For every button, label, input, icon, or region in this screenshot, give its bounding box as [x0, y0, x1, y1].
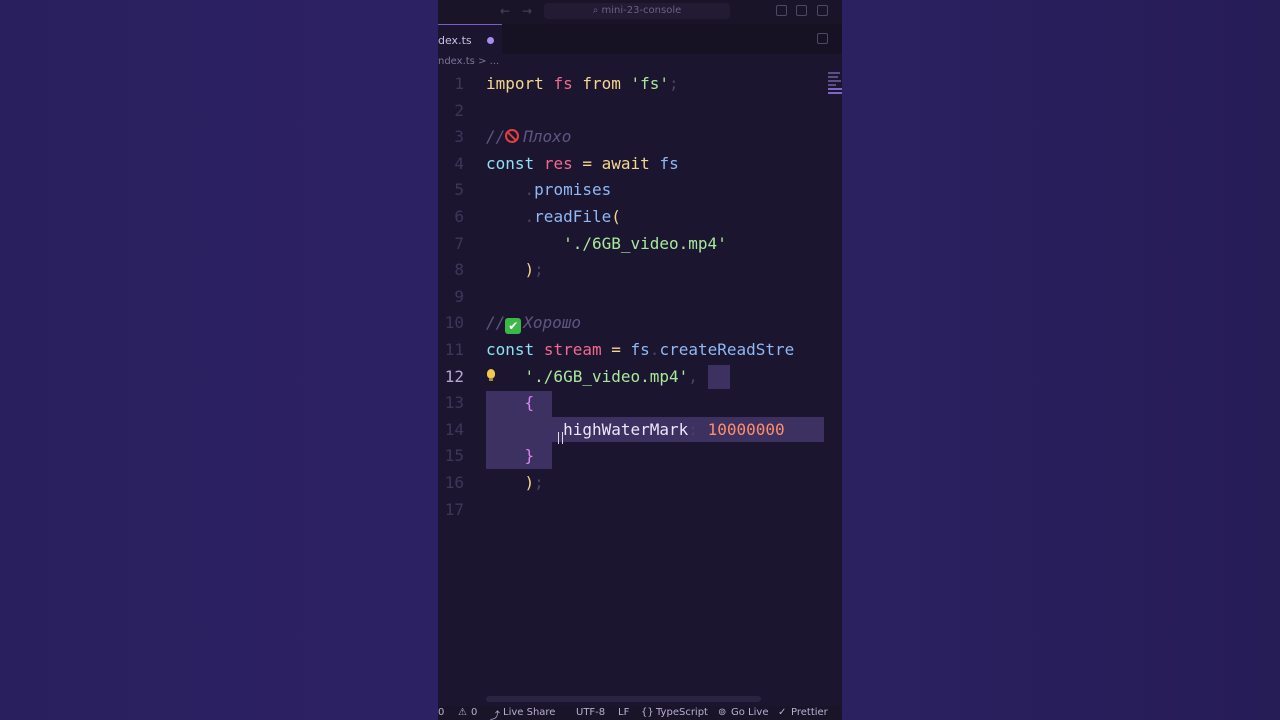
title-bar: ← → ⌕ mini-23-console — [438, 0, 842, 24]
code-line: 3 //Плохо — [438, 124, 842, 151]
encoding-button[interactable]: UTF-8 — [576, 707, 605, 718]
code-line: 12 './6GB_video.mp4', — [438, 364, 842, 391]
code-area[interactable]: 1 import fs from 'fs'; 2 3 //Плохо 4 con… — [438, 71, 842, 523]
code-line: 13 { — [438, 390, 842, 417]
line-number: 9 — [454, 286, 464, 306]
code-line: 10 //✔ Хорошо — [438, 310, 842, 337]
forward-arrow-icon[interactable]: → — [522, 4, 532, 18]
code-line: 14 highWaterMark: 10000000 — [438, 417, 842, 444]
check-mark-icon: ✔ — [505, 318, 522, 335]
code-line: 6 .readFile( — [438, 204, 842, 231]
code-line: 15 } — [438, 443, 842, 470]
breadcrumb-more[interactable]: ... — [490, 56, 500, 67]
errors-count[interactable]: 0 — [438, 707, 444, 718]
toggle-secondary-sidebar-icon[interactable] — [817, 5, 828, 16]
line-number: 16 — [444, 472, 464, 492]
braces-icon: {} — [641, 707, 654, 718]
code-line: 2 — [438, 98, 842, 125]
code-line: 1 import fs from 'fs'; — [438, 71, 842, 98]
go-live-button[interactable]: Go Live — [731, 707, 768, 718]
eol-button[interactable]: LF — [618, 707, 629, 718]
live-share-button[interactable]: Live Share — [503, 707, 555, 718]
line-number: 3 — [454, 127, 464, 147]
warnings-count[interactable]: 0 — [471, 707, 477, 718]
warnings-icon[interactable]: ⚠ — [458, 707, 467, 718]
prohibited-icon — [505, 129, 520, 144]
code-line: 7 './6GB_video.mp4' — [438, 231, 842, 258]
line-number: 2 — [454, 100, 464, 120]
code-line: 16 ); — [438, 470, 842, 497]
line-number: 8 — [454, 260, 464, 280]
line-number: 17 — [444, 499, 464, 519]
breadcrumb-separator: > — [478, 56, 487, 67]
comment-text: Хорошо — [523, 313, 582, 333]
line-number: 13 — [444, 393, 464, 413]
code-line: 17 — [438, 497, 842, 524]
code-editor-window: ← → ⌕ mini-23-console dex.ts ndex.ts > .… — [438, 0, 842, 720]
tab-index-ts[interactable]: dex.ts — [438, 24, 502, 54]
code-line: 8 ); — [438, 257, 842, 284]
code-line: 5 .promises — [438, 177, 842, 204]
double-check-icon: ✓ — [778, 707, 787, 718]
line-number: 11 — [444, 339, 464, 359]
back-arrow-icon[interactable]: ← — [500, 4, 510, 18]
code-line: 4 const res = await fs — [438, 151, 842, 178]
tab-label: dex.ts — [438, 34, 472, 47]
line-number: 12 — [444, 366, 464, 386]
unsaved-dot-icon[interactable] — [487, 37, 494, 44]
prettier-button[interactable]: Prettier — [791, 707, 828, 718]
code-line: 11 const stream = fs.createReadStre — [438, 337, 842, 364]
line-number: 1 — [454, 74, 464, 93]
breadcrumb: ndex.ts > ... — [438, 56, 499, 67]
toggle-panel-icon[interactable] — [796, 5, 807, 16]
text-cursor-icon — [558, 432, 563, 444]
split-editor-icon[interactable] — [817, 33, 828, 44]
line-number: 6 — [454, 206, 464, 226]
line-number: 15 — [444, 446, 464, 466]
line-number: 4 — [454, 153, 464, 173]
toggle-sidebar-icon[interactable] — [776, 5, 787, 16]
language-button[interactable]: TypeScript — [656, 707, 708, 718]
broadcast-icon: ⊚ — [718, 707, 727, 718]
code-line: 9 — [438, 284, 842, 311]
status-bar: 0 ⚠ 0 ⤴ Live Share UTF-8 LF {} TypeScrip… — [438, 706, 842, 720]
line-number: 5 — [454, 180, 464, 200]
line-number: 10 — [444, 313, 464, 333]
line-number: 14 — [444, 419, 464, 439]
tab-bar: dex.ts — [438, 24, 842, 54]
search-text: mini-23-console — [601, 5, 682, 16]
comment-text: Плохо — [523, 127, 572, 147]
command-center-search[interactable]: ⌕ mini-23-console — [544, 3, 730, 19]
line-number: 7 — [454, 233, 464, 253]
live-share-icon: ⤴ — [490, 711, 500, 720]
breadcrumb-file[interactable]: ndex.ts — [438, 56, 475, 67]
horizontal-scrollbar[interactable] — [486, 696, 761, 702]
